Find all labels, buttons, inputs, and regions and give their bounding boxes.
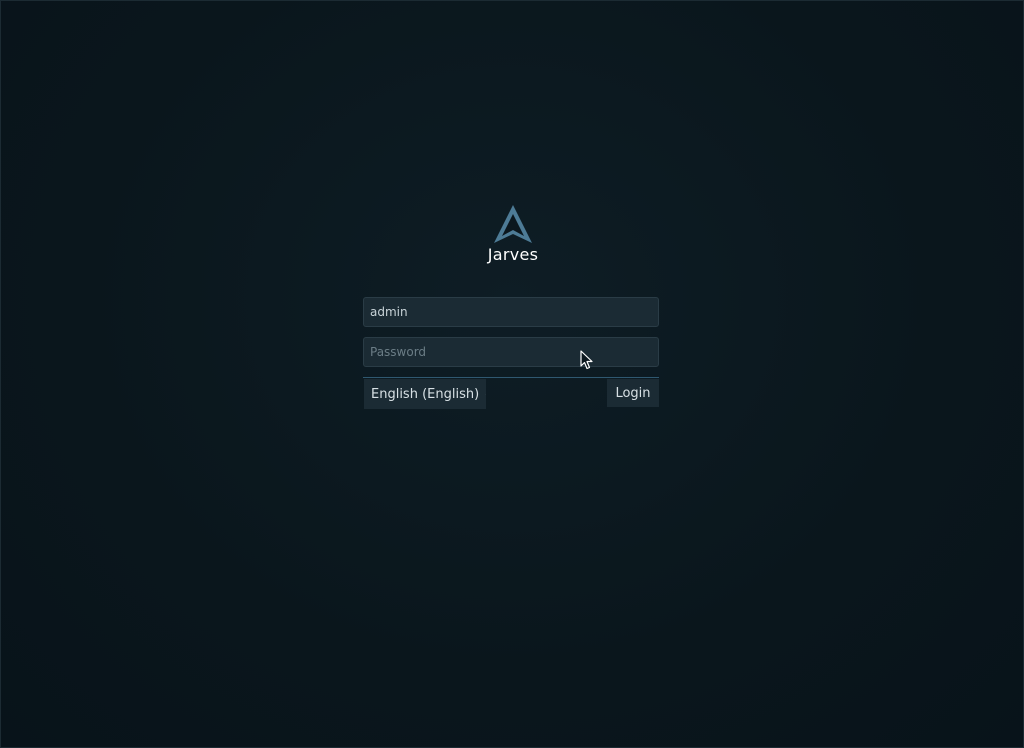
mouse-pointer-icon — [580, 350, 593, 370]
language-select[interactable]: English (English) — [364, 379, 486, 409]
login-button[interactable]: Login — [607, 379, 659, 407]
brand-name: Jarves — [487, 245, 539, 264]
username-input[interactable] — [363, 297, 659, 327]
password-input[interactable] — [363, 337, 659, 367]
chevron-down-icon — [485, 393, 486, 395]
language-select-label: English (English) — [371, 386, 480, 402]
login-page: Jarves English (English) Login — [0, 0, 1024, 748]
brand-logo: Jarves — [463, 201, 563, 271]
form-divider — [363, 377, 659, 378]
triangle-logo-icon — [494, 205, 532, 243]
